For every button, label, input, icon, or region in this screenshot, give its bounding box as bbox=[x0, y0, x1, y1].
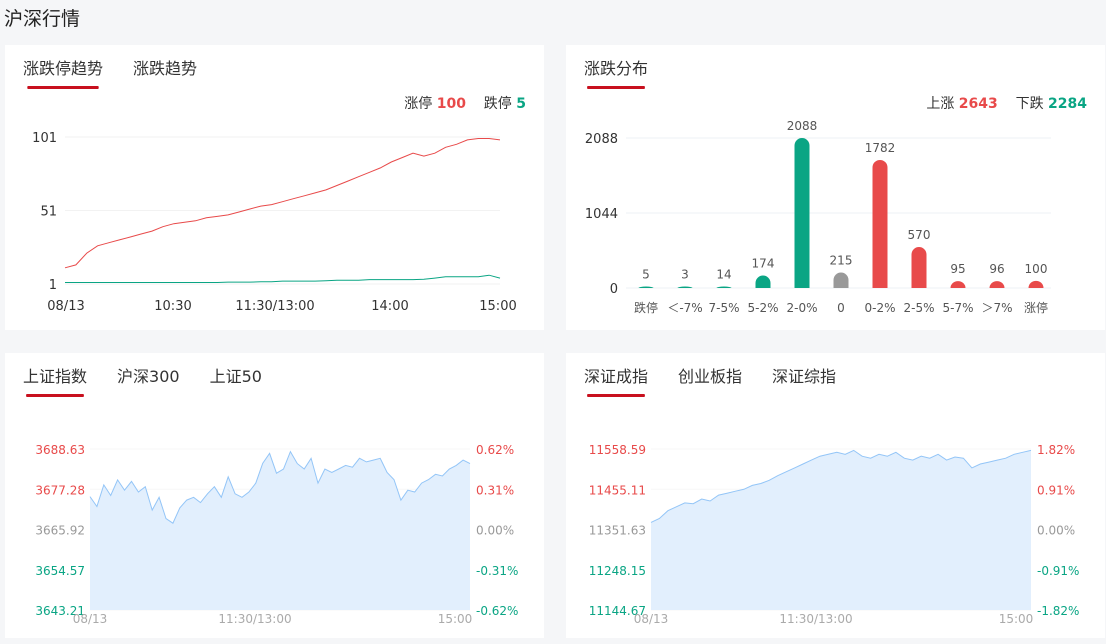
x-tick-label: 15:00 bbox=[438, 612, 473, 626]
bar-value-label: 2088 bbox=[787, 119, 818, 133]
x-tick-label: 14:00 bbox=[371, 299, 408, 314]
y-tick-right-label: -0.31% bbox=[476, 564, 518, 578]
y-tick-right-label: -0.62% bbox=[476, 604, 518, 618]
bar bbox=[1028, 280, 1044, 288]
y-tick-right-label: 0.91% bbox=[1037, 483, 1075, 497]
y-tick-left-label: 3665.92 bbox=[35, 524, 85, 538]
bar-value-label: 570 bbox=[908, 228, 931, 242]
sh-index-chart: 3688.63 0.62% 3677.28 0.31% 3665.92 0.00% 3654… bbox=[35, 443, 518, 626]
y-tick-left-label: 3688.63 bbox=[35, 443, 85, 457]
bar bbox=[638, 286, 654, 288]
y-tick-left-label: 3677.28 bbox=[35, 483, 85, 497]
limit-trend-chart: 101 51 1 08/13 10:30 11:30/13:00 14:00 15:00 bbox=[32, 131, 517, 314]
y-tick-left-label: 3654.57 bbox=[35, 564, 85, 578]
y-tick-label: 1044 bbox=[585, 207, 618, 222]
distribution-panel: 涨跌分布 上涨 2643 下跌 2284 2088 1044 0 5 跌停 3 ＜-7% 14… bbox=[566, 45, 1105, 330]
bar-value-label: 3 bbox=[681, 268, 689, 282]
x-tick-label: 08/13 bbox=[634, 612, 669, 626]
y-tick-left-label: 11558.59 bbox=[589, 443, 646, 457]
sh-index-panel: 上证指数 沪深300 上证50 3688.63 0.62% 3677.28 0.31%… bbox=[5, 353, 544, 638]
y-tick-left-label: 11455.11 bbox=[589, 483, 646, 497]
x-tick-label: 5-2% bbox=[747, 301, 778, 315]
series-line-down bbox=[65, 274, 501, 283]
x-tick-label: 2-5% bbox=[903, 301, 934, 315]
bar bbox=[911, 247, 927, 288]
x-tick-label: 15:00 bbox=[999, 612, 1034, 626]
bar-value-label: 14 bbox=[716, 268, 731, 282]
y-tick-label: 1 bbox=[49, 278, 57, 293]
bar-value-label: 1782 bbox=[865, 141, 896, 155]
x-tick-label: 0 bbox=[837, 301, 845, 315]
y-tick-right-label: 0.62% bbox=[476, 443, 514, 457]
x-tick-label: 11:30/13:00 bbox=[779, 612, 852, 626]
x-tick-label: 跌停 bbox=[634, 300, 658, 315]
x-tick-label: 5-7% bbox=[942, 301, 973, 315]
bar bbox=[833, 272, 849, 288]
price-area bbox=[651, 450, 1031, 610]
bar bbox=[794, 138, 810, 288]
bar-value-label: 96 bbox=[989, 262, 1004, 276]
x-tick-label: 10:30 bbox=[154, 299, 191, 314]
bar-value-label: 95 bbox=[950, 262, 965, 276]
bar-value-label: 100 bbox=[1025, 262, 1048, 276]
series-line-up bbox=[64, 138, 501, 269]
bar bbox=[716, 286, 732, 288]
price-area bbox=[90, 451, 470, 610]
x-tick-label: 2-0% bbox=[786, 301, 817, 315]
bar-value-label: 5 bbox=[642, 268, 650, 282]
y-tick-label: 2088 bbox=[585, 132, 618, 147]
x-tick-label: ＞7% bbox=[981, 301, 1012, 315]
bar bbox=[872, 159, 888, 288]
y-tick-label: 101 bbox=[32, 131, 57, 146]
x-tick-label: 7-5% bbox=[708, 301, 739, 315]
x-tick-label: 11:30/13:00 bbox=[218, 612, 291, 626]
bar bbox=[989, 281, 1005, 288]
bar-value-label: 215 bbox=[830, 254, 853, 268]
x-tick-label: 0-2% bbox=[864, 301, 895, 315]
sz-index-panel: 深证成指 创业板指 深证综指 11558.59 1.82% 11455.11 0.91… bbox=[566, 353, 1105, 638]
y-tick-label: 0 bbox=[610, 282, 618, 297]
bar bbox=[755, 275, 771, 288]
y-tick-right-label: 0.00% bbox=[1037, 524, 1075, 538]
bar-value-label: 174 bbox=[752, 257, 775, 271]
y-tick-right-label: 0.31% bbox=[476, 483, 514, 497]
bar bbox=[950, 281, 966, 288]
x-tick-label: 涨停 bbox=[1024, 300, 1048, 315]
y-tick-left-label: 11351.63 bbox=[589, 524, 646, 538]
x-tick-label: ＜-7% bbox=[667, 301, 702, 315]
y-tick-label: 51 bbox=[40, 205, 57, 220]
x-tick-label: 08/13 bbox=[73, 612, 108, 626]
page-title: 沪深行情 bbox=[4, 8, 81, 30]
x-tick-label: 11:30/13:00 bbox=[235, 299, 314, 314]
y-tick-left-label: 11248.15 bbox=[589, 564, 646, 578]
sz-index-chart: 11558.59 1.82% 11455.11 0.91% 11351.63 0.00% 1… bbox=[589, 443, 1080, 626]
y-tick-right-label: -0.91% bbox=[1037, 564, 1079, 578]
bar bbox=[677, 286, 693, 288]
y-tick-right-label: 1.82% bbox=[1037, 443, 1075, 457]
distribution-chart: 2088 1044 0 5 跌停 3 ＜-7% 14 7-5% 174 5-2% 2088 2-0% 21… bbox=[585, 119, 1051, 315]
limit-trend-panel: 涨跌停趋势 涨跌趋势 涨停 100 跌停 5 101 51 1 08/13 10:30 1… bbox=[5, 45, 544, 330]
y-tick-right-label: -1.82% bbox=[1037, 604, 1079, 618]
y-tick-right-label: 0.00% bbox=[476, 524, 514, 538]
x-tick-label: 08/13 bbox=[47, 299, 84, 314]
x-tick-label: 15:00 bbox=[479, 299, 516, 314]
